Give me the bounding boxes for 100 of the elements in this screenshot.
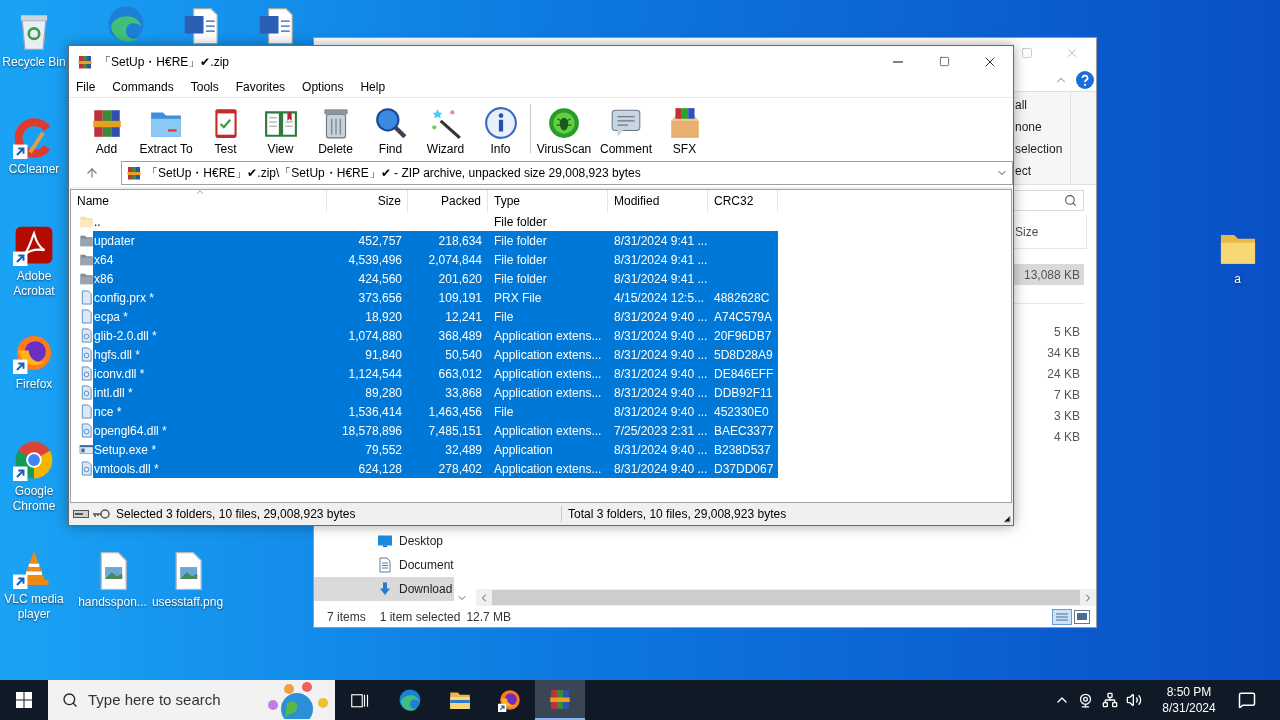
table-cell-text: Application extens... <box>494 460 602 478</box>
menu-item[interactable]: Tools <box>190 78 219 96</box>
table-cell-text: 8/31/2024 9:40 ... <box>614 365 708 383</box>
table-cell-text: 8/31/2024 9:40 ... <box>614 308 708 326</box>
desktop-shortcut[interactable]: a <box>1200 225 1275 287</box>
table-cell-text: 7,485,151 <box>428 422 482 440</box>
nav-item[interactable]: Document <box>314 553 454 577</box>
bug-icon <box>547 106 581 140</box>
table-cell-text: 89,280 <box>365 384 402 402</box>
column-header[interactable]: Size <box>1015 222 1039 241</box>
table-cell-text: Application extens... <box>494 384 602 402</box>
toolbar-button[interactable]: Info <box>473 98 528 159</box>
nav-item[interactable]: Desktop <box>314 529 454 553</box>
file-icon <box>79 309 94 324</box>
details-view-icon[interactable] <box>1052 608 1072 625</box>
table-cell-text: updater <box>94 232 135 250</box>
nav-item[interactable]: Download <box>314 577 454 601</box>
table-cell-text: 8/31/2024 9:40 ... <box>614 346 708 364</box>
file-row[interactable]: ecpa * 18,920 12,241 File 8/31/2024 9:40 ... A74C579A <box>93 307 778 326</box>
table-cell-text: 1,536,414 <box>348 403 402 421</box>
notification-icon[interactable] <box>1238 691 1256 709</box>
table-cell-text: 109,191 <box>438 289 482 307</box>
toolbar-button[interactable]: Add <box>79 98 134 159</box>
table-cell-text: DDB92F11 <box>714 384 773 402</box>
network-icon[interactable] <box>1102 692 1118 708</box>
toolbar-button[interactable]: Comment <box>595 98 657 159</box>
toolbar-button[interactable]: View <box>253 98 308 159</box>
table-cell-text: 452330E0 <box>714 403 769 421</box>
program-window-icon <box>79 442 94 457</box>
table-cell-text: Application <box>494 441 553 459</box>
toolbar-button[interactable]: Find <box>363 98 418 159</box>
toolbar-button[interactable]: Wizard <box>418 98 473 159</box>
table-cell-text: 79,552 <box>365 441 402 459</box>
table-cell-text: hgfs.dll * <box>94 346 141 364</box>
toolbar-button[interactable]: Extract To <box>134 98 198 159</box>
total-status: Total 3 folders, 10 files, 29,008,923 bytes <box>568 506 787 523</box>
table-cell-text: 8/31/2024 9:40 ... <box>614 403 708 421</box>
address-field[interactable]: 「SetUp・H€RE」✔.zip\「SetUp・H€RE」✔ - ZIP archive, unpacked size 29,008,923 bytes <box>121 161 1013 185</box>
item-count: 7 items <box>327 608 366 626</box>
file-row[interactable]: vmtools.dll * 624,128 278,402 Application extens... 8/31/2024 9:40 ... D37DD067 <box>93 459 778 478</box>
camera-icon[interactable] <box>1078 692 1093 708</box>
browser-icon <box>398 688 422 712</box>
menu-item[interactable]: Help <box>360 78 386 96</box>
table-cell-text: B238D537 <box>714 441 771 459</box>
table-cell-text: 50,540 <box>445 346 482 364</box>
ribbon-command[interactable]: ect <box>1015 162 1070 180</box>
books-icon <box>126 165 142 181</box>
toolbar-button[interactable]: Delete <box>308 98 363 159</box>
menu-item[interactable]: Favorites <box>235 78 286 96</box>
ribbon-command[interactable]: none <box>1015 118 1070 136</box>
file-row[interactable]: Setup.exe * 79,552 32,489 Application 8/31/2024 9:40 ... B238D537 <box>93 440 778 459</box>
menu-item[interactable]: Commands <box>112 78 174 96</box>
up-arrow-icon[interactable] <box>85 166 99 180</box>
size-cell: 13,088 KB <box>1012 264 1084 285</box>
menu-item[interactable]: File <box>76 78 96 96</box>
file-row[interactable]: glib-2.0.dll * 1,074,880 368,489 Application extens... 8/31/2024 9:40 ... 20F96DB7 <box>93 326 778 345</box>
speaker-icon[interactable] <box>1126 692 1142 708</box>
large-icons-view-icon[interactable] <box>1074 609 1090 624</box>
table-cell-text: BAEC3377 <box>714 422 774 440</box>
toolbar-button[interactable]: Test <box>198 98 253 159</box>
table-cell-text: 32,489 <box>445 441 482 459</box>
file-row[interactable]: opengl64.dll * 18,578,896 7,485,151 Application extens... 7/25/2023 2:31 ... BAEC3377 <box>93 421 778 440</box>
maximize-icon <box>938 56 950 67</box>
books-icon <box>548 687 572 711</box>
file-row[interactable]: config.prx * 373,656 109,191 PRX File 4/15/2024 12:5... 4882628C <box>93 288 778 307</box>
file-row[interactable]: x86 424,560 201,620 File folder 8/31/2024 9:41 ... <box>93 269 778 288</box>
clock[interactable]: 8:50 PM 8/31/2024 <box>1156 684 1222 716</box>
gear-file-icon <box>79 347 94 362</box>
table-cell-text: 663,012 <box>438 365 482 383</box>
selection-status: Selected 3 folders, 10 files, 29,008,923 bytes <box>116 506 357 523</box>
search-icon <box>1064 193 1077 207</box>
size-cell-text: 5 KB <box>1053 323 1081 341</box>
ribbon-command[interactable]: all <box>1015 96 1070 114</box>
table-cell-text: File folder <box>494 251 547 269</box>
file-row[interactable]: intl.dll * 89,280 33,868 Application extens... 8/31/2024 9:40 ... DDB92F11 <box>93 383 778 402</box>
table-cell-text: .. <box>94 213 101 231</box>
selection-size: 12.7 MB <box>466 608 512 626</box>
search-field[interactable]: Type here to search <box>48 680 335 720</box>
file-row[interactable]: nce * 1,536,414 1,463,456 File 8/31/2024 9:40 ... 452330E0 <box>93 402 778 421</box>
file-row[interactable]: updater 452,757 218,634 File folder 8/31/2024 9:41 ... <box>93 231 778 250</box>
table-cell-text: opengl64.dll * <box>94 422 167 440</box>
table-cell-text: vmtools.dll * <box>94 460 159 478</box>
table-cell-text: DE846EFF <box>714 365 774 383</box>
table-cell-text: PRX File <box>494 289 542 307</box>
menu-item[interactable]: Options <box>302 78 344 96</box>
file-row[interactable]: iconv.dll * 1,124,544 663,012 Application extens... 8/31/2024 9:40 ... DE846EFF <box>93 364 778 383</box>
file-row[interactable]: x64 4,539,496 2,074,844 File folder 8/31/2024 9:41 ... <box>93 250 778 269</box>
resize-grip-icon[interactable] <box>1003 515 1011 523</box>
ribbon-command[interactable]: selection <box>1015 140 1070 158</box>
table-cell-text: 33,868 <box>445 384 482 402</box>
search-input[interactable]: Type here to search <box>88 688 259 712</box>
table-cell-text: File folder <box>494 232 547 250</box>
file-row[interactable]: hgfs.dll * 91,840 50,540 Application extens... 8/31/2024 9:40 ... 5D8D28A9 <box>93 345 778 364</box>
toolbar-button[interactable]: SFX <box>657 98 712 159</box>
table-cell-text: 278,402 <box>438 460 482 478</box>
table-cell-text: 218,634 <box>438 232 482 250</box>
toolbar-button[interactable]: VirusScan <box>533 98 595 159</box>
gear-file-icon <box>79 461 94 476</box>
table-cell-text: 1,074,880 <box>348 327 402 345</box>
help-icon[interactable] <box>1076 70 1094 89</box>
